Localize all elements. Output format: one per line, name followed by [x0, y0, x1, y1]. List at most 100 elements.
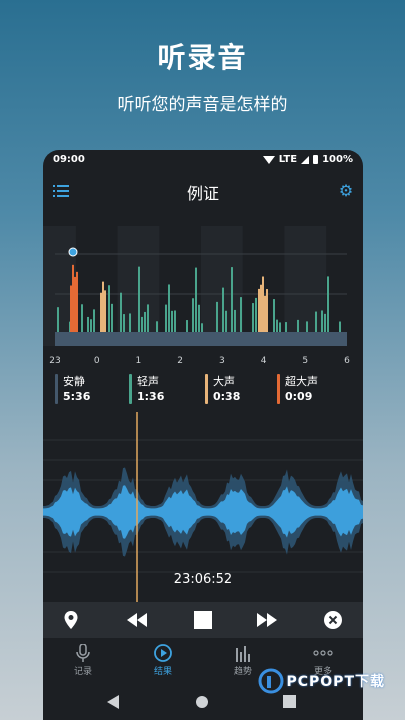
- level-bar: [198, 304, 200, 332]
- level-bar: [324, 313, 326, 332]
- screen-title: 例证: [186, 184, 219, 203]
- stop-icon[interactable]: [183, 602, 223, 638]
- close-circle-icon[interactable]: [313, 602, 353, 638]
- legend-swatch: [129, 374, 132, 404]
- x-tick-label: 5: [302, 356, 309, 366]
- level-bar: [273, 299, 275, 332]
- level-bar: [252, 303, 254, 332]
- watermark: PCPOPT下载: [258, 668, 385, 694]
- level-bar: [87, 316, 89, 332]
- level-bar: [225, 310, 227, 332]
- level-bar-loud: [266, 289, 268, 332]
- peak-marker: [68, 247, 78, 257]
- level-bar-loud: [76, 271, 78, 332]
- level-bar: [174, 310, 176, 332]
- level-bar: [57, 307, 59, 332]
- battery-icon: [313, 155, 319, 164]
- rewind-icon[interactable]: [117, 602, 157, 638]
- gear-icon[interactable]: ⚙: [337, 182, 355, 200]
- nav-label: 结果: [153, 667, 172, 677]
- level-bar: [138, 266, 140, 332]
- level-bar: [327, 276, 329, 332]
- level-bar: [90, 319, 92, 332]
- legend: 安静 5:36 轻声 1:36 大声 0:38 超大声 0:09: [43, 372, 363, 408]
- level-bar: [141, 316, 143, 332]
- hour-column: [284, 226, 327, 346]
- legend-value: 0:09: [285, 390, 313, 403]
- level-bar: [234, 309, 236, 332]
- fast-forward-icon[interactable]: [247, 602, 287, 638]
- x-tick-label: 4: [260, 356, 267, 366]
- level-bar: [255, 297, 257, 332]
- level-bar: [186, 320, 188, 332]
- nav-label: 记录: [73, 667, 92, 677]
- watermark-text: PCPOPT下载: [286, 674, 385, 690]
- legend-value: 0:38: [213, 390, 241, 403]
- legend-label: 大声: [213, 375, 235, 388]
- level-bar: [285, 322, 287, 332]
- level-bar: [201, 323, 203, 332]
- level-bar: [171, 310, 173, 332]
- nav-tab-record[interactable]: 记录: [43, 638, 123, 686]
- network-type: LTE: [278, 154, 298, 165]
- level-bar: [120, 292, 122, 332]
- level-bar: [216, 301, 218, 332]
- home-icon[interactable]: [195, 695, 209, 709]
- x-tick-label: 6: [344, 356, 350, 366]
- location-pin-icon[interactable]: [51, 602, 91, 638]
- legend-label: 超大声: [285, 375, 318, 388]
- level-bar-loud: [100, 292, 102, 332]
- more-dots-icon: [313, 650, 333, 656]
- signal-icon: [301, 155, 310, 164]
- x-tick-label: 0: [93, 356, 100, 366]
- microphone-icon: [76, 644, 90, 662]
- level-bar: [108, 285, 110, 332]
- level-bar: [165, 304, 167, 332]
- level-bar: [306, 321, 308, 332]
- legend-swatch: [277, 374, 280, 404]
- app-bar: 例证 ⚙: [43, 172, 363, 210]
- level-bar-loud: [262, 276, 264, 332]
- watermark-logo-icon: [258, 668, 284, 694]
- level-bar-loud: [258, 288, 260, 332]
- level-bar: [339, 321, 341, 332]
- legend-label: 安静: [63, 375, 85, 388]
- level-bar: [231, 267, 233, 332]
- bar-chart-icon: [236, 646, 250, 662]
- level-bar: [156, 321, 158, 332]
- wifi-icon: [262, 155, 275, 164]
- nav-tab-results[interactable]: 结果: [123, 638, 203, 686]
- level-bar: [240, 297, 242, 332]
- level-bar-loud: [260, 284, 262, 332]
- status-bar: 09:00 LTE 100%: [43, 150, 363, 170]
- back-icon[interactable]: [107, 695, 119, 709]
- level-bar-loud: [102, 281, 104, 332]
- x-tick-label: 23: [49, 356, 61, 366]
- level-bar: [81, 304, 83, 332]
- battery-level: 100%: [322, 154, 353, 165]
- level-bar: [147, 304, 149, 332]
- level-bar-loud: [264, 295, 266, 332]
- level-bar: [129, 313, 131, 332]
- level-bar: [144, 311, 146, 332]
- level-bar-loud: [72, 264, 74, 332]
- recents-icon[interactable]: [283, 695, 296, 708]
- level-bar: [93, 309, 95, 332]
- level-bar: [222, 287, 224, 332]
- play-circle-icon: [154, 644, 172, 662]
- hour-column: [201, 226, 243, 346]
- x-tick-label: 3: [218, 356, 225, 366]
- level-bar: [276, 319, 278, 332]
- legend-swatch: [55, 374, 58, 404]
- status-time: 09:00: [53, 154, 85, 165]
- legend-swatch: [205, 374, 208, 404]
- legend-label: 轻声: [137, 375, 159, 388]
- level-bar: [111, 303, 113, 332]
- transport-bar: [43, 602, 363, 638]
- sound-level-chart: [43, 226, 347, 346]
- phone-frame: 09:00 LTE 100% 例证 ⚙ 23 0 1 2 3 4 5 6 安静 5:36: [43, 150, 363, 720]
- x-tick-label: 2: [177, 356, 183, 366]
- quiet-baseline-band: [55, 332, 347, 346]
- promo-subtitle: 听听您的声音是怎样的: [117, 95, 288, 115]
- waveform-signal: [43, 485, 363, 539]
